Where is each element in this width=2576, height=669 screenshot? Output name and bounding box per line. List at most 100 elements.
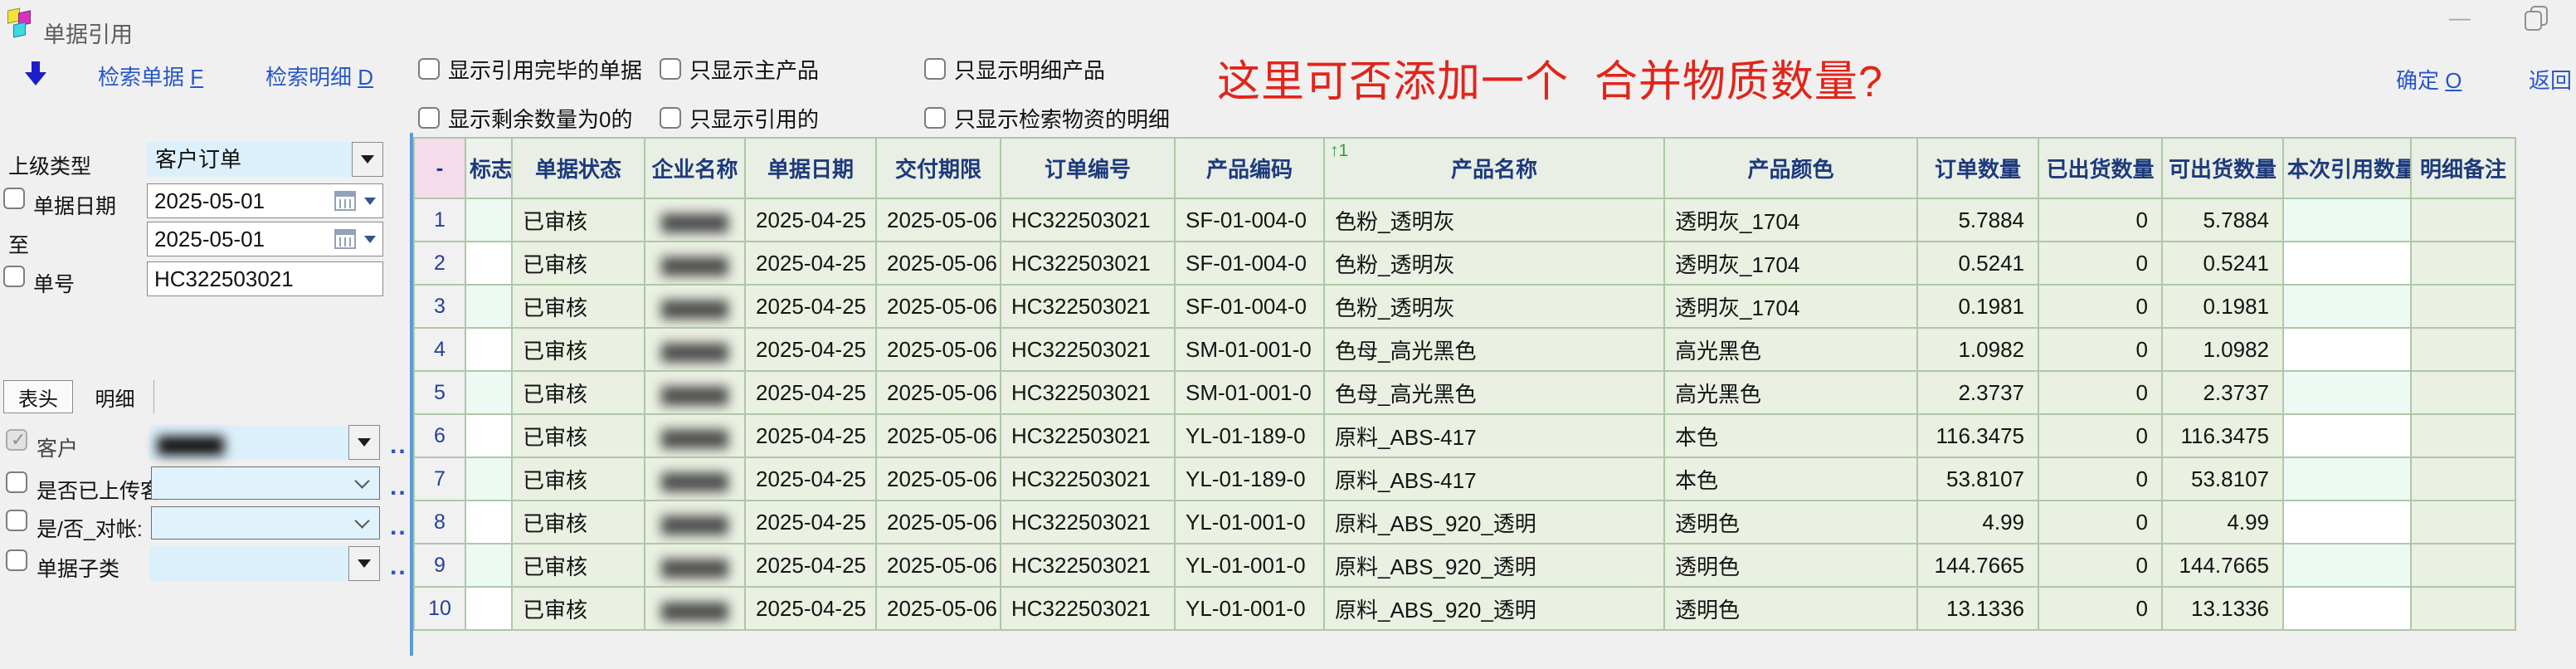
back-button[interactable]: 返回 — [2529, 64, 2572, 95]
cell-qty: 0.5241 — [1917, 242, 2038, 285]
filter-only-referenced[interactable]: 只显示引用的 — [660, 107, 819, 132]
cell-ref-qty[interactable] — [2283, 371, 2411, 414]
col-header-note[interactable]: 明细备注 — [2411, 138, 2515, 198]
chevron-down-icon[interactable] — [364, 198, 376, 205]
chevron-down-icon[interactable] — [348, 425, 380, 460]
cell-num: 6 — [414, 414, 465, 457]
reconciled-select[interactable] — [151, 506, 380, 540]
col-header-code[interactable]: 产品编码 — [1175, 138, 1324, 198]
document-reference-dialog: { "window": { "title": "单据引用", "minimize… — [0, 0, 2576, 669]
filter-only-main-product[interactable]: 只显示主产品 — [660, 58, 819, 83]
cell-ref-qty[interactable] — [2283, 544, 2411, 587]
col-header-shipped[interactable]: 已出货数量 — [2038, 138, 2162, 198]
cell-code: SF-01-004-0 — [1175, 242, 1324, 285]
table-row[interactable]: 4已审核▆▆▆▆2025-04-252025-05-06HC322503021S… — [414, 328, 2515, 371]
checkbox-doc-subtype[interactable] — [6, 549, 27, 571]
checkbox-show-used-up[interactable] — [418, 58, 440, 80]
table-row[interactable]: 5已审核▆▆▆▆2025-04-252025-05-06HC322503021S… — [414, 371, 2515, 414]
col-header-company[interactable]: 企业名称 — [645, 138, 745, 198]
customer-more-button[interactable]: .. — [390, 437, 407, 454]
sort-ascending-icon: ↑1 — [1330, 142, 1348, 159]
col-header-available[interactable]: 可出货数量 — [2162, 138, 2283, 198]
checkbox-only-main-product[interactable] — [660, 58, 681, 80]
doc-subtype-combo[interactable] — [149, 546, 380, 581]
checkbox-doc-no[interactable] — [3, 266, 25, 287]
cell-ref-qty[interactable] — [2283, 501, 2411, 544]
cell-ref-qty[interactable] — [2283, 414, 2411, 457]
table-row[interactable]: 3已审核▆▆▆▆2025-04-252025-05-06HC322503021S… — [414, 285, 2515, 328]
table-row[interactable]: 8已审核▆▆▆▆2025-04-252025-05-06HC322503021Y… — [414, 501, 2515, 544]
cell-color: 高光黑色 — [1664, 371, 1917, 414]
date-from-input[interactable]: 2025-05-01 — [147, 183, 383, 218]
checkbox-show-zero-remaining[interactable] — [418, 107, 440, 129]
confirm-button[interactable]: 确定 O — [2396, 64, 2462, 95]
table-row[interactable]: 6已审核▆▆▆▆2025-04-252025-05-06HC322503021Y… — [414, 414, 2515, 457]
customer-combo[interactable]: ▆▆▆▆ — [149, 425, 380, 460]
doc-no-input[interactable]: HC322503021 — [147, 261, 383, 296]
cell-flag — [465, 328, 512, 371]
chevron-down-icon[interactable] — [348, 546, 380, 581]
cell-ref-qty[interactable] — [2283, 587, 2411, 630]
chevron-down-icon — [354, 513, 369, 528]
cell-ref-qty[interactable] — [2283, 285, 2411, 328]
cell-ref-qty[interactable] — [2283, 198, 2411, 242]
cell-deadline: 2025-05-06 — [876, 544, 1001, 587]
checkbox-only-detail-product[interactable] — [924, 58, 946, 80]
filter-show-used-up[interactable]: 显示引用完毕的单据 — [418, 58, 642, 83]
cell-deadline: 2025-05-06 — [876, 371, 1001, 414]
col-header-deadline[interactable]: 交付期限 — [876, 138, 1001, 198]
checkbox-only-referenced[interactable] — [660, 107, 681, 129]
cell-ref-qty[interactable] — [2283, 242, 2411, 285]
col-header-status[interactable]: 单据状态 — [512, 138, 645, 198]
tab-detail[interactable]: 明细 — [76, 380, 154, 413]
cell-date: 2025-04-25 — [745, 285, 876, 328]
cell-name: 色母_高光黑色 — [1324, 328, 1664, 371]
parent-type-combo[interactable]: 客户订单 — [147, 142, 383, 177]
minimize-icon[interactable]: — — [2446, 3, 2474, 32]
col-header-select[interactable]: - — [414, 138, 465, 198]
col-header-ref-qty[interactable]: 本次引用数量 — [2283, 138, 2411, 198]
table-row[interactable]: 7已审核▆▆▆▆2025-04-252025-05-06HC322503021Y… — [414, 457, 2515, 501]
table-row[interactable]: 9已审核▆▆▆▆2025-04-252025-05-06HC322503021Y… — [414, 544, 2515, 587]
cell-deadline: 2025-05-06 — [876, 242, 1001, 285]
chevron-down-icon[interactable] — [364, 236, 376, 243]
cell-status: 已审核 — [512, 414, 645, 457]
table-row[interactable]: 1已审核▆▆▆▆2025-04-252025-05-06HC322503021S… — [414, 198, 2515, 242]
restore-icon[interactable] — [2522, 5, 2549, 32]
uploaded-customer-more-button[interactable]: .. — [390, 479, 407, 496]
calendar-icon[interactable] — [334, 229, 356, 249]
checkbox-uploaded-customer[interactable] — [6, 471, 27, 493]
cell-flag — [465, 544, 512, 587]
calendar-icon[interactable] — [334, 191, 356, 211]
doc-subtype-value — [149, 546, 348, 581]
cell-order-no: HC322503021 — [1001, 544, 1175, 587]
col-header-qty[interactable]: 订单数量 — [1917, 138, 2038, 198]
cell-deadline: 2025-05-06 — [876, 414, 1001, 457]
cell-code: YL-01-001-0 — [1175, 501, 1324, 544]
col-header-doc-date[interactable]: 单据日期 — [745, 138, 876, 198]
table-row[interactable]: 10已审核▆▆▆▆2025-04-252025-05-06HC322503021… — [414, 587, 2515, 630]
filter-show-zero-remaining[interactable]: 显示剩余数量为0的 — [418, 107, 632, 132]
doc-subtype-more-button[interactable]: .. — [390, 559, 407, 575]
checkbox-only-searched-material[interactable] — [924, 107, 946, 129]
col-header-name[interactable]: ↑1产品名称 — [1324, 138, 1664, 198]
chevron-down-icon[interactable] — [352, 142, 383, 177]
filter-only-searched-material[interactable]: 只显示检索物资的明细 — [924, 107, 1170, 132]
col-header-flag[interactable]: 标志 — [465, 138, 512, 198]
tab-header[interactable]: 表头 — [3, 380, 73, 413]
col-header-order-no[interactable]: 订单编号 — [1001, 138, 1175, 198]
filter-only-detail-product[interactable]: 只显示明细产品 — [924, 58, 1105, 83]
cell-ref-qty[interactable] — [2283, 457, 2411, 501]
cell-ref-qty[interactable] — [2283, 328, 2411, 371]
col-header-color[interactable]: 产品颜色 — [1664, 138, 1917, 198]
checkbox-doc-date[interactable] — [3, 188, 25, 209]
cell-order-no: HC322503021 — [1001, 414, 1175, 457]
confirm-hotkey: O — [2445, 68, 2462, 93]
reconciled-more-button[interactable]: .. — [390, 519, 407, 535]
cell-note — [2411, 501, 2515, 544]
checkbox-reconciled[interactable] — [6, 510, 27, 531]
table-row[interactable]: 2已审核▆▆▆▆2025-04-252025-05-06HC322503021S… — [414, 242, 2515, 285]
uploaded-customer-select[interactable] — [151, 466, 380, 500]
date-to-input[interactable]: 2025-05-01 — [147, 222, 383, 256]
cell-name: 色母_高光黑色 — [1324, 371, 1664, 414]
